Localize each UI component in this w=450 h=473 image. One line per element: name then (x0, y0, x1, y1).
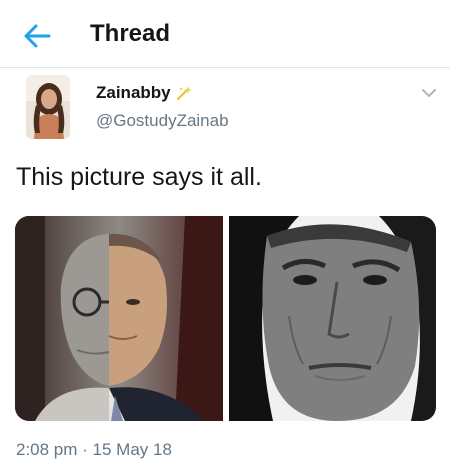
author-name-row[interactable]: Zainabby (96, 83, 193, 103)
photo-left[interactable] (15, 216, 223, 421)
back-button[interactable] (22, 22, 52, 50)
sparkle-badge-icon (176, 86, 192, 101)
display-name[interactable]: Zainabby (96, 83, 171, 103)
page-title: Thread (90, 20, 171, 47)
tweet-timestamp: 2:08 pm · 15 May 18 (16, 440, 172, 459)
tweet-media[interactable] (15, 216, 436, 421)
avatar[interactable] (26, 75, 70, 139)
user-handle[interactable]: @GostudyZainab (96, 111, 229, 131)
tweet-text: This picture says it all. (16, 163, 262, 191)
tweet-menu-button[interactable] (420, 86, 438, 100)
photo-right[interactable] (229, 216, 436, 421)
chevron-down-icon (422, 89, 436, 97)
arrow-left-icon (24, 24, 51, 48)
top-app-bar: Thread (0, 0, 450, 68)
